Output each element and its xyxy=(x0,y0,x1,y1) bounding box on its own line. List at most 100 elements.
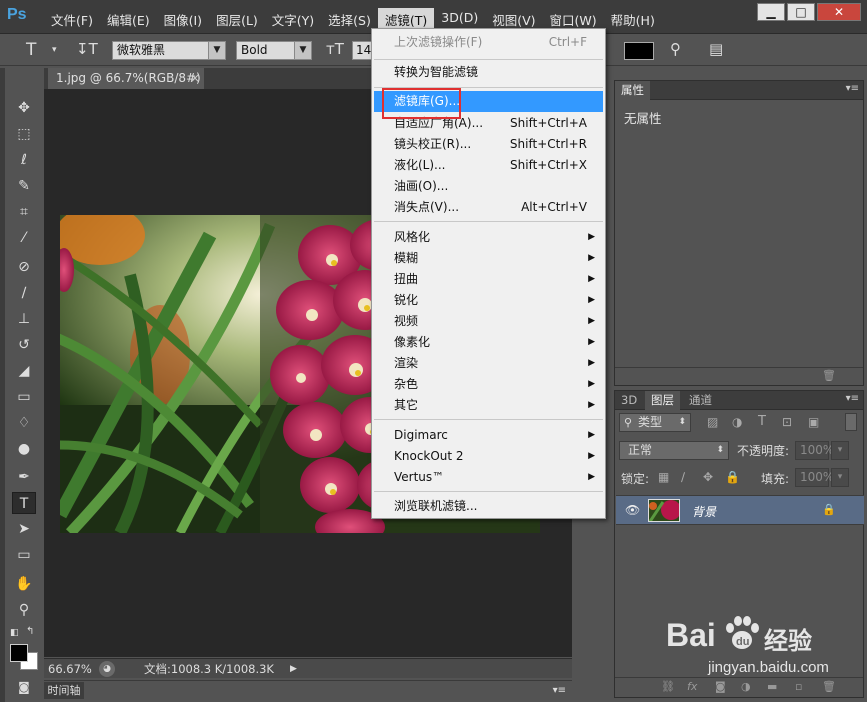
type-tool-icon[interactable]: T xyxy=(12,492,36,514)
clone-stamp-tool-icon[interactable]: ⊥ xyxy=(12,308,36,330)
gradient-tool-icon[interactable]: ▭ xyxy=(12,386,36,408)
menu-edit[interactable]: 编辑(E) xyxy=(100,8,157,31)
fill-input[interactable]: 100% xyxy=(795,468,834,487)
status-info-icon[interactable]: ◕ xyxy=(99,661,115,677)
opacity-input[interactable]: 100% xyxy=(795,441,834,460)
brush-tool-icon[interactable]: ∕ xyxy=(12,282,36,304)
quick-mask-icon[interactable]: ◙ xyxy=(12,676,36,698)
blend-mode-select[interactable]: 正常 ⬍ xyxy=(619,441,729,460)
filter-toggle-switch[interactable] xyxy=(845,413,857,431)
menu-help[interactable]: 帮助(H) xyxy=(604,8,662,31)
default-colors-icon[interactable]: ◧ xyxy=(10,628,20,638)
paw-logo-graphic: du xyxy=(726,616,759,649)
menu-item-knockout[interactable]: KnockOut 2 ▶ xyxy=(374,446,603,467)
font-size-input[interactable]: 14 xyxy=(352,41,372,60)
close-button[interactable]: ✕ xyxy=(817,3,861,21)
rectangle-tool-icon[interactable]: ▭ xyxy=(12,544,36,566)
menu-item-noise[interactable]: 杂色 ▶ xyxy=(374,374,603,395)
status-menu-arrow-icon[interactable]: ▶ xyxy=(290,659,297,679)
pen-tool-icon[interactable]: ✒ xyxy=(12,466,36,488)
font-style-select[interactable]: Bold ▼ xyxy=(236,41,312,60)
menu-type[interactable]: 文字(Y) xyxy=(265,8,321,31)
menu-item-video[interactable]: 视频 ▶ xyxy=(374,311,603,332)
tab-layers[interactable]: 图层 xyxy=(645,391,680,410)
tab-3d[interactable]: 3D xyxy=(615,391,643,410)
move-tool-icon[interactable]: ✥ xyxy=(12,97,36,119)
lock-all-icon[interactable]: 🔒 xyxy=(725,470,740,484)
menu-item-vanishing-point[interactable]: 消失点(V)... Alt+Ctrl+V xyxy=(374,197,603,218)
adjustment-filter-icon[interactable]: ◑ xyxy=(732,415,742,429)
history-brush-tool-icon[interactable]: ↺ xyxy=(12,334,36,356)
type-tool-icon[interactable]: T xyxy=(26,40,36,60)
menu-item-liquify[interactable]: 液化(L)... Shift+Ctrl+X xyxy=(374,155,603,176)
shape-filter-icon[interactable]: ⊡ xyxy=(782,415,792,429)
lasso-tool-icon[interactable]: ℓ xyxy=(12,149,36,171)
opacity-value: 100% xyxy=(800,443,835,457)
lock-pixels-icon[interactable]: ∕ xyxy=(681,470,685,484)
menu-item-shortcut: Ctrl+F xyxy=(548,35,587,49)
lock-transparent-icon[interactable]: ▦ xyxy=(658,470,669,484)
close-tab-icon[interactable]: × xyxy=(190,68,200,89)
panel-menu-icon[interactable]: ▾≡ xyxy=(846,83,859,94)
menu-item-other[interactable]: 其它 ▶ xyxy=(374,395,603,416)
smart-object-filter-icon[interactable]: ▣ xyxy=(808,415,819,429)
warp-text-icon[interactable]: ⚲ xyxy=(670,40,681,58)
eyedropper-tool-icon[interactable]: ⁄ xyxy=(12,227,36,249)
swap-colors-icon[interactable]: ↰ xyxy=(26,626,34,637)
menu-item-oil-paint[interactable]: 油画(O)... xyxy=(374,176,603,197)
lock-position-icon[interactable]: ✥ xyxy=(703,470,713,484)
menu-item-stylize[interactable]: 风格化 ▶ xyxy=(374,227,603,248)
panel-menu-icon[interactable]: ▾≡ xyxy=(553,681,566,700)
tool-preset-dropdown-icon[interactable]: ▾ xyxy=(52,45,57,55)
path-selection-tool-icon[interactable]: ➤ xyxy=(12,518,36,540)
panel-menu-icon[interactable]: ▾≡ xyxy=(846,393,859,404)
minimize-button[interactable]: ▁ xyxy=(757,3,785,21)
type-filter-icon[interactable]: T xyxy=(758,414,766,429)
chevron-down-icon[interactable]: ▾ xyxy=(831,441,849,460)
menu-item-vertus[interactable]: Vertus™ ▶ xyxy=(374,467,603,488)
crop-tool-icon[interactable]: ⌗ xyxy=(12,201,36,223)
text-color-swatch[interactable] xyxy=(624,42,654,60)
toggle-orientation-icon[interactable]: ↧T xyxy=(76,40,98,58)
menu-image[interactable]: 图像(I) xyxy=(157,8,209,31)
blur-tool-icon[interactable]: ♢ xyxy=(12,412,36,434)
layer-name[interactable]: 背景 xyxy=(692,503,716,520)
menu-file[interactable]: 文件(F) xyxy=(44,8,100,31)
eraser-tool-icon[interactable]: ◢ xyxy=(12,360,36,382)
healing-brush-tool-icon[interactable]: ⊘ xyxy=(12,256,36,278)
chevron-down-icon[interactable]: ▾ xyxy=(831,468,849,487)
menu-item-digimarc[interactable]: Digimarc ▶ xyxy=(374,425,603,446)
menu-item-lens-correction[interactable]: 镜头校正(R)... Shift+Ctrl+R xyxy=(374,134,603,155)
timeline-tab[interactable]: 时间轴 xyxy=(44,682,84,699)
menu-item-pixelate[interactable]: 像素化 ▶ xyxy=(374,332,603,353)
hand-tool-icon[interactable]: ✋ xyxy=(12,573,36,595)
dodge-tool-icon[interactable]: ● xyxy=(12,438,36,460)
font-family-value: 微软雅黑 xyxy=(117,43,166,57)
eye-visibility-icon[interactable]: 👁 xyxy=(625,503,640,517)
marquee-tool-icon[interactable]: ⬚ xyxy=(12,123,36,145)
maximize-button[interactable]: □ xyxy=(787,3,815,21)
menu-item-label: 浏览联机滤镜... xyxy=(394,499,478,513)
trash-icon[interactable]: 🗑 xyxy=(822,369,836,382)
pixel-filter-icon[interactable]: ▨ xyxy=(707,415,718,429)
menu-item-sharpen[interactable]: 锐化 ▶ xyxy=(374,290,603,311)
submenu-arrow-icon: ▶ xyxy=(588,430,595,440)
menu-item-render[interactable]: 渲染 ▶ xyxy=(374,353,603,374)
tab-properties[interactable]: 属性 xyxy=(615,81,650,100)
font-family-select[interactable]: 微软雅黑 ▼ xyxy=(112,41,226,60)
layer-filter-select[interactable]: ⚲ 类型 ⬍ xyxy=(619,413,691,432)
document-tab[interactable]: 1.jpg @ 66.7%(RGB/8#) × xyxy=(48,68,204,89)
foreground-color-swatch[interactable] xyxy=(10,644,28,662)
layer-row-background[interactable]: 👁 背景 🔒 xyxy=(616,495,864,525)
zoom-level[interactable]: 66.67% xyxy=(48,659,92,679)
menu-item-convert-smart-filter[interactable]: 转换为智能滤镜 xyxy=(374,62,603,83)
menu-layer[interactable]: 图层(L) xyxy=(209,8,265,31)
menu-item-distort[interactable]: 扭曲 ▶ xyxy=(374,269,603,290)
menu-select[interactable]: 选择(S) xyxy=(321,8,378,31)
menu-item-blur[interactable]: 模糊 ▶ xyxy=(374,248,603,269)
tab-channels[interactable]: 通道 xyxy=(683,391,718,410)
character-panel-icon[interactable]: ▤ xyxy=(709,40,723,58)
quick-select-tool-icon[interactable]: ✎ xyxy=(12,175,36,197)
zoom-tool-icon[interactable]: ⚲ xyxy=(12,599,36,621)
menu-item-browse-online-filters[interactable]: 浏览联机滤镜... xyxy=(374,496,603,517)
